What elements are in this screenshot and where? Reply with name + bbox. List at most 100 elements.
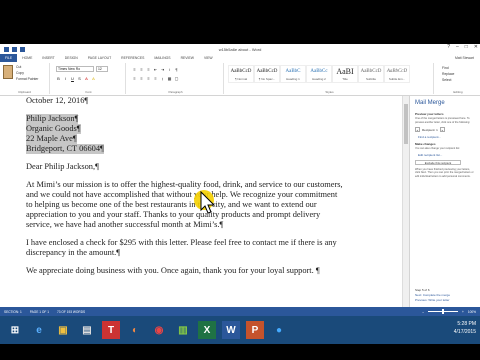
- user-name[interactable]: Matt Stewart: [455, 54, 474, 62]
- page-indicator[interactable]: PAGE 1 OF 1: [26, 310, 53, 314]
- align-center-icon[interactable]: ≡: [139, 76, 144, 81]
- scroll-thumb[interactable]: [404, 104, 408, 144]
- previous-recipient-icon[interactable]: «: [415, 127, 420, 132]
- tab-insert[interactable]: INSERT: [37, 54, 59, 62]
- style-no-spacing[interactable]: AaBbCcD ¶ No Spac...: [254, 65, 280, 83]
- bullets-icon[interactable]: ≡: [132, 67, 137, 72]
- app-icon[interactable]: T: [102, 321, 120, 339]
- section-indicator[interactable]: SECTION: 1: [0, 310, 26, 314]
- increase-indent-icon[interactable]: ⇥: [160, 67, 165, 72]
- borders-icon[interactable]: ▢: [174, 76, 179, 81]
- address-street[interactable]: 22 Maple Ave¶: [26, 134, 77, 144]
- align-left-icon[interactable]: ≡: [132, 76, 137, 81]
- address-name[interactable]: Philip Jackson¶: [26, 114, 79, 124]
- style-subtle-emphasis[interactable]: AaBbCcD Subtle Em...: [384, 65, 410, 83]
- underline-icon[interactable]: U: [70, 76, 75, 81]
- sort-icon[interactable]: ↕: [167, 67, 172, 72]
- justify-icon[interactable]: ≡: [153, 76, 158, 81]
- decrease-indent-icon[interactable]: ⇤: [153, 67, 158, 72]
- highlight-icon[interactable]: A: [91, 76, 96, 81]
- tab-references[interactable]: REFERENCES: [116, 54, 149, 62]
- powerpoint-icon[interactable]: P: [246, 321, 264, 339]
- document-body[interactable]: October 12, 2016¶ Philip Jackson¶ Organi…: [26, 96, 344, 284]
- tab-page-layout[interactable]: PAGE LAYOUT: [83, 54, 116, 62]
- find-button[interactable]: Find: [442, 66, 449, 70]
- paragraph-3[interactable]: We appreciate doing business with you. O…: [26, 266, 344, 276]
- style-title[interactable]: AaBI Title: [332, 65, 358, 83]
- address-city[interactable]: Bridgeport, CT 06604¶: [26, 144, 104, 154]
- bold-icon[interactable]: B: [56, 76, 61, 81]
- numbering-icon[interactable]: ≡: [139, 67, 144, 72]
- align-row: ≡ ≡ ≡ ≡ ↨ ▦ ▢: [132, 76, 179, 81]
- app-icon[interactable]: ◐: [126, 321, 144, 339]
- tab-view[interactable]: VIEW: [199, 54, 218, 62]
- font-size-select[interactable]: 12: [96, 66, 108, 72]
- style-name: Title: [342, 77, 348, 81]
- zoom-out-icon[interactable]: –: [422, 310, 424, 314]
- previous-step-link[interactable]: Previous: Write your letter: [415, 298, 450, 303]
- edit-recipient-list-link[interactable]: Edit recipient list...: [410, 152, 480, 158]
- clock-time: 5:28 PM: [457, 321, 476, 327]
- styles-label: Styles: [325, 90, 334, 94]
- replace-button[interactable]: Replace: [442, 72, 454, 76]
- minimize-button[interactable]: –: [456, 44, 459, 50]
- screen: w15b5a6e about - Word ? – □ ✕ FILE HOME …: [0, 44, 480, 316]
- salutation[interactable]: Dear Philip Jackson,¶: [26, 162, 344, 172]
- close-button[interactable]: ✕: [474, 44, 478, 50]
- app-icon[interactable]: ▥: [174, 321, 192, 339]
- clipboard-group: Cut Copy Format Painter Clipboard: [0, 63, 50, 94]
- address-company[interactable]: Organic Goods¶: [26, 124, 81, 134]
- format-painter-button[interactable]: Format Painter: [16, 77, 38, 81]
- shading-icon[interactable]: ▦: [167, 76, 172, 81]
- style-heading-1[interactable]: AaBbC Heading 1: [280, 65, 306, 83]
- start-icon[interactable]: ⊞: [6, 321, 24, 339]
- file-explorer-icon[interactable]: ▣: [54, 321, 72, 339]
- show-marks-icon[interactable]: ¶: [174, 67, 179, 72]
- app-icon[interactable]: ▤: [78, 321, 96, 339]
- internet-explorer-icon[interactable]: e: [30, 321, 48, 339]
- address-block[interactable]: Philip Jackson¶ Organic Goods¶ 22 Maple …: [26, 114, 344, 154]
- maximize-button[interactable]: □: [465, 44, 468, 50]
- multilevel-icon[interactable]: ≡: [146, 67, 151, 72]
- zoom-in-icon[interactable]: +: [462, 310, 464, 314]
- select-button[interactable]: Select: [442, 78, 451, 82]
- date-line[interactable]: October 12, 2016¶: [26, 96, 344, 106]
- strikethrough-icon[interactable]: S: [77, 76, 82, 81]
- excel-icon[interactable]: X: [198, 321, 216, 339]
- exclude-recipient-button[interactable]: Exclude this recipient: [415, 159, 461, 165]
- word-count[interactable]: 73 OF 193 WORDS: [53, 310, 89, 314]
- tab-file[interactable]: FILE: [0, 54, 18, 62]
- status-bar: SECTION: 1 PAGE 1 OF 1 73 OF 193 WORDS –…: [0, 307, 480, 316]
- system-tray[interactable]: 5:28 PM 4/17/2015: [454, 320, 476, 336]
- step-navigation: Step 5 of 6 Next: Complete the merge Pre…: [410, 288, 455, 303]
- zoom-slider[interactable]: [427, 309, 458, 314]
- tab-mailings[interactable]: MAILINGS: [149, 54, 175, 62]
- cut-button[interactable]: Cut: [16, 65, 21, 69]
- font-family-select[interactable]: Times New Ro: [56, 66, 94, 72]
- next-recipient-icon[interactable]: »: [439, 127, 445, 132]
- tab-design[interactable]: DESIGN: [60, 54, 83, 62]
- app-icon[interactable]: ●: [270, 321, 288, 339]
- paragraph-1[interactable]: At Mimi’s our mission is to offer the hi…: [26, 180, 344, 230]
- style-subtitle[interactable]: AaBbCcD Subtitle: [358, 65, 384, 83]
- tab-home[interactable]: HOME: [17, 54, 37, 62]
- align-right-icon[interactable]: ≡: [146, 76, 151, 81]
- paste-icon[interactable]: [3, 65, 13, 79]
- style-name: ¶ No Spac...: [258, 77, 276, 81]
- vertical-scrollbar[interactable]: [402, 96, 409, 307]
- line-spacing-icon[interactable]: ↨: [160, 76, 165, 81]
- help-button[interactable]: ?: [447, 44, 450, 50]
- preview-text: One of the merged letters is previewed h…: [415, 117, 471, 124]
- paragraph-2[interactable]: I have enclosed a check for $295 with th…: [26, 238, 344, 258]
- tab-review[interactable]: REVIEW: [176, 54, 199, 62]
- style-normal[interactable]: AaBbCcD ¶ Normal: [228, 65, 254, 83]
- app-icon[interactable]: ◉: [150, 321, 168, 339]
- mail-merge-pane: Mail Merge Preview your letters One of t…: [409, 96, 480, 307]
- pane-title: Mail Merge: [415, 100, 445, 106]
- copy-button[interactable]: Copy: [16, 71, 24, 75]
- style-heading-2[interactable]: AaBbCc Heading 2: [306, 65, 332, 83]
- italic-icon[interactable]: I: [63, 76, 68, 81]
- text-color-icon[interactable]: A: [84, 76, 89, 81]
- zoom-level[interactable]: 100%: [468, 310, 476, 314]
- word-icon[interactable]: W: [222, 321, 240, 339]
